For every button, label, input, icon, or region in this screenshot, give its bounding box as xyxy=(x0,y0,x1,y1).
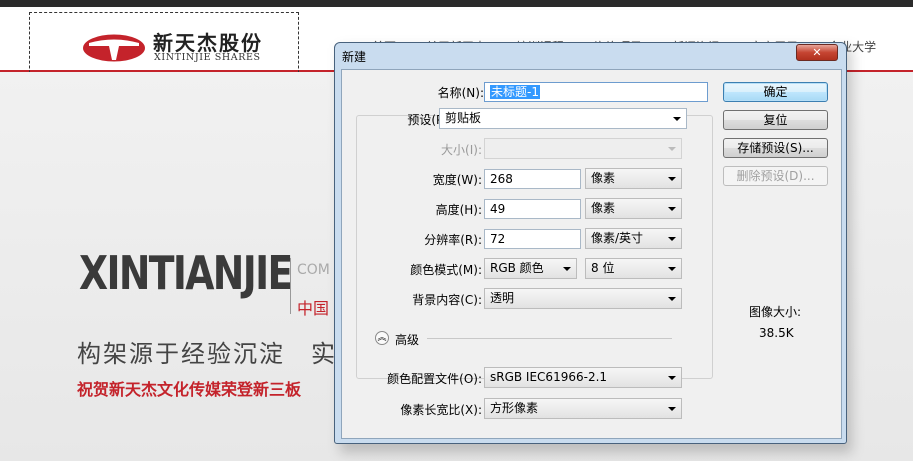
hero-subtitle-cn: 中国 xyxy=(297,299,330,318)
chevron-down-icon xyxy=(668,147,676,151)
chevron-down-icon xyxy=(668,376,676,380)
color-profile-value: sRGB IEC61966-2.1 xyxy=(490,370,608,384)
width-unit-select[interactable]: 像素 xyxy=(585,168,682,189)
size-label: 大小(I): xyxy=(441,143,482,157)
advanced-toggle-button[interactable]: ︽ xyxy=(375,331,389,345)
ok-button[interactable]: 确定 xyxy=(723,82,828,102)
color-profile-select[interactable]: sRGB IEC61966-2.1 xyxy=(484,367,682,388)
hero-divider xyxy=(290,258,291,314)
dialog-title: 新建 xyxy=(342,50,367,64)
pixel-aspect-value: 方形像素 xyxy=(490,401,539,415)
chevron-down-icon xyxy=(668,407,676,411)
height-label: 高度(H): xyxy=(435,203,482,217)
save-preset-button[interactable]: 存储预设(S)... xyxy=(723,138,828,158)
height-unit-select[interactable]: 像素 xyxy=(585,198,682,219)
chevron-up-icon: ︽ xyxy=(377,333,387,343)
color-profile-label: 颜色配置文件(O): xyxy=(387,372,482,386)
chevron-down-icon xyxy=(668,177,676,181)
chevron-down-icon xyxy=(668,267,676,271)
hero-slogan: 构架源于经验沉淀 实 xyxy=(77,340,337,368)
pixel-aspect-select[interactable]: 方形像素 xyxy=(484,398,682,419)
name-input[interactable]: 未标题-1 xyxy=(484,82,708,102)
background-select[interactable]: 透明 xyxy=(484,288,682,309)
dialog-body: 名称(N): 未标题-1 预设(P): 剪贴板 大小(I): 宽度(W): 26… xyxy=(341,69,842,439)
hero-title: XINTIANJIE xyxy=(79,246,293,300)
resolution-unit-select[interactable]: 像素/英寸 xyxy=(585,228,682,249)
name-label: 名称(N): xyxy=(437,86,484,100)
height-input[interactable]: 49 xyxy=(484,199,581,219)
chevron-down-icon xyxy=(668,207,676,211)
image-size-label: 图像大小: xyxy=(749,305,802,319)
chevron-down-icon xyxy=(668,237,676,241)
pixel-aspect-label: 像素长宽比(X): xyxy=(400,403,482,417)
color-mode-select[interactable]: RGB 颜色 xyxy=(484,258,577,279)
close-button[interactable]: ✕ xyxy=(796,44,838,61)
width-unit-value: 像素 xyxy=(591,171,616,185)
resolution-label: 分辨率(R): xyxy=(424,233,482,247)
color-mode-label: 颜色模式(M): xyxy=(410,263,482,277)
chevron-down-icon xyxy=(668,297,676,301)
hero-subtitle-en: COM xyxy=(297,262,330,278)
close-icon: ✕ xyxy=(812,46,822,59)
preset-select[interactable]: 剪贴板 xyxy=(439,108,687,129)
width-input[interactable]: 268 xyxy=(484,169,581,189)
background-value: 透明 xyxy=(490,291,515,305)
background-label: 背景内容(C): xyxy=(412,293,482,307)
image-size-value: 38.5K xyxy=(759,326,794,340)
preset-select-value: 剪贴板 xyxy=(445,111,482,125)
name-input-value: 未标题-1 xyxy=(490,85,540,99)
height-unit-value: 像素 xyxy=(591,201,616,215)
size-select[interactable] xyxy=(484,138,682,159)
color-mode-value: RGB 颜色 xyxy=(490,261,544,275)
advanced-divider xyxy=(427,338,672,339)
chevron-down-icon xyxy=(673,117,681,121)
width-label: 宽度(W): xyxy=(432,173,482,187)
top-bar xyxy=(0,0,913,7)
bit-depth-value: 8 位 xyxy=(591,261,615,275)
resolution-input[interactable]: 72 xyxy=(484,229,581,249)
delete-preset-button: 删除预设(D)... xyxy=(723,166,828,186)
bit-depth-select[interactable]: 8 位 xyxy=(585,258,682,279)
chevron-down-icon xyxy=(563,267,571,271)
hero-announcement[interactable]: 祝贺新天杰文化传媒荣登新三板 xyxy=(77,376,301,400)
resolution-unit-value: 像素/英寸 xyxy=(591,231,644,245)
new-document-dialog: 新建 ✕ 名称(N): 未标题-1 预设(P): 剪贴板 大小(I): 宽度(W… xyxy=(334,42,847,444)
advanced-label: 高级 xyxy=(395,333,420,347)
reset-button[interactable]: 复位 xyxy=(723,110,828,130)
